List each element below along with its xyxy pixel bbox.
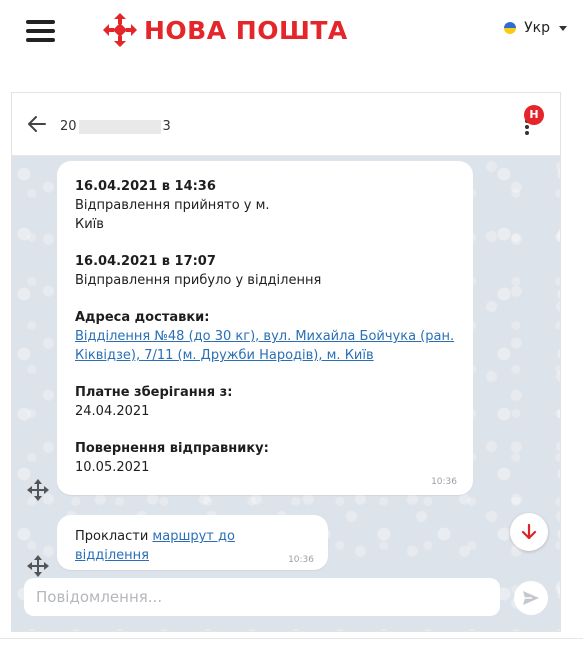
route-text: Прокласти (75, 529, 149, 544)
move-icon[interactable] (26, 478, 50, 502)
chat-messages-area: 16.04.2021 в 14:36 Відправлення прийнято… (12, 156, 560, 631)
event-date: 16.04.2021 в 14:36 (75, 179, 216, 194)
chat-header: 20 3 Н (12, 93, 560, 156)
nova-poshta-logo-icon (103, 13, 137, 47)
arrow-down-icon (521, 523, 537, 540)
send-button[interactable] (514, 581, 548, 615)
event-text: Відправлення прибуло у відділення (75, 273, 322, 288)
chat-card: 20 3 Н 16.04.2021 в 14:36 Відправлення п… (11, 92, 561, 632)
message-input[interactable] (24, 578, 500, 616)
move-icon[interactable] (26, 554, 50, 578)
message-time: 10:36 (431, 477, 457, 487)
language-selector[interactable]: Укр (504, 20, 567, 36)
notification-badge: Н (524, 105, 544, 125)
send-icon (523, 591, 539, 605)
tracking-number: 20 3 (60, 119, 171, 134)
scroll-down-button[interactable] (510, 513, 548, 551)
event-text: Відправлення прийнято у м. Київ (75, 198, 270, 232)
language-label: Укр (524, 20, 550, 36)
menu-icon[interactable] (26, 18, 56, 44)
tracking-number-mask (78, 119, 161, 134)
arrow-left-icon[interactable] (26, 113, 48, 135)
address-link[interactable]: Відділення №48 (до 30 кг), вул. Михайла … (75, 329, 454, 363)
address-label: Адреса доставки: (75, 310, 210, 325)
brand-name: НОВА ПОШТА (144, 15, 348, 45)
tracking-number-prefix: 20 (60, 119, 77, 134)
message-time: 10:36 (288, 555, 314, 565)
return-label: Повернення відправнику: (75, 441, 269, 456)
storage-label: Платне зберігання з: (75, 385, 233, 400)
page-divider (0, 638, 583, 639)
message-input-wrapper (24, 578, 500, 616)
brand-logo[interactable]: НОВА ПОШТА (102, 12, 348, 48)
ukraine-flag-icon (504, 22, 517, 34)
tracking-number-suffix: 3 (162, 119, 171, 134)
return-date: 10.05.2021 (75, 460, 150, 475)
route-message: Прокласти маршрут до відділення 10:36 (57, 515, 328, 570)
top-header: НОВА ПОШТА Укр (0, 0, 583, 64)
event-date: 16.04.2021 в 17:07 (75, 254, 216, 269)
tracking-message: 16.04.2021 в 14:36 Відправлення прийнято… (57, 161, 473, 495)
chevron-down-icon (559, 25, 567, 31)
storage-date: 24.04.2021 (75, 404, 150, 419)
